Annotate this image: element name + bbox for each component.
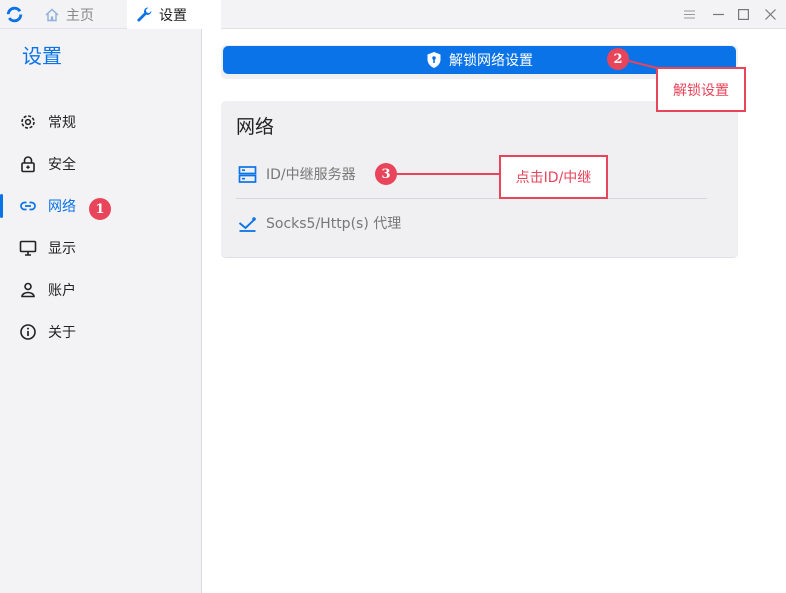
wrench-icon [137, 7, 152, 22]
menu-icon [684, 10, 695, 19]
menu-button[interactable] [675, 0, 704, 29]
gear-icon [21, 115, 35, 129]
sidebar-item-label: 显示 [48, 241, 76, 257]
tab-home[interactable]: 主页 [36, 0, 122, 29]
proxy-settings-label: Socks5/Http(s) 代理 [266, 216, 402, 232]
annotation-badge-1: 1 [89, 198, 111, 220]
id-relay-server-label: ID/中继服务器 [266, 167, 356, 183]
lock-icon [21, 156, 35, 173]
row-divider [236, 198, 707, 199]
sidebar-item-security[interactable]: 安全 [0, 146, 201, 182]
network-section-title: 网络 [236, 116, 275, 138]
proxy-icon [238, 216, 256, 232]
annotation-callout-relay: 点击ID/中继 [499, 155, 608, 199]
proxy-settings-item[interactable]: Socks5/Http(s) 代理 [238, 209, 401, 237]
info-icon [20, 324, 36, 340]
sidebar-item-label: 关于 [48, 325, 76, 341]
monitor-icon [19, 240, 37, 256]
title-bar: 主页 设置 [0, 0, 786, 29]
server-icon [238, 165, 257, 183]
sidebar: 设置 常规 安全 网络 显示 账户 关于 [0, 29, 202, 593]
minimize-icon [713, 13, 724, 16]
app-logo-icon [6, 6, 23, 23]
annotation-badge-2: 2 [607, 48, 629, 70]
sidebar-item-about[interactable]: 关于 [0, 314, 201, 350]
sidebar-item-general[interactable]: 常规 [0, 104, 201, 140]
sidebar-item-label: 网络 [48, 199, 76, 215]
shield-icon [427, 52, 441, 68]
tab-home-label: 主页 [66, 7, 94, 24]
close-icon [765, 9, 776, 20]
maximize-icon [738, 9, 749, 20]
sidebar-title: 设置 [22, 44, 62, 68]
close-button[interactable] [756, 0, 785, 29]
annotation-badge-3: 3 [375, 163, 397, 185]
maximize-button[interactable] [729, 0, 758, 29]
home-icon [45, 8, 59, 21]
sidebar-item-account[interactable]: 账户 [0, 272, 201, 308]
sidebar-item-display[interactable]: 显示 [0, 230, 201, 266]
user-icon [21, 282, 35, 298]
sidebar-item-label: 常规 [48, 115, 76, 131]
network-card: 网络 ID/中继服务器 Socks5/Http(s) 代理 [221, 101, 738, 258]
sidebar-item-label: 账户 [48, 283, 76, 299]
unlock-button-label: 解锁网络设置 [449, 53, 533, 69]
annotation-callout-unlock: 解锁设置 [656, 67, 746, 112]
tab-settings-label: 设置 [159, 7, 187, 24]
id-relay-server-item[interactable]: ID/中继服务器 [238, 160, 356, 188]
sidebar-item-label: 安全 [48, 157, 76, 173]
link-icon [20, 201, 36, 211]
tab-settings[interactable]: 设置 [127, 0, 221, 29]
